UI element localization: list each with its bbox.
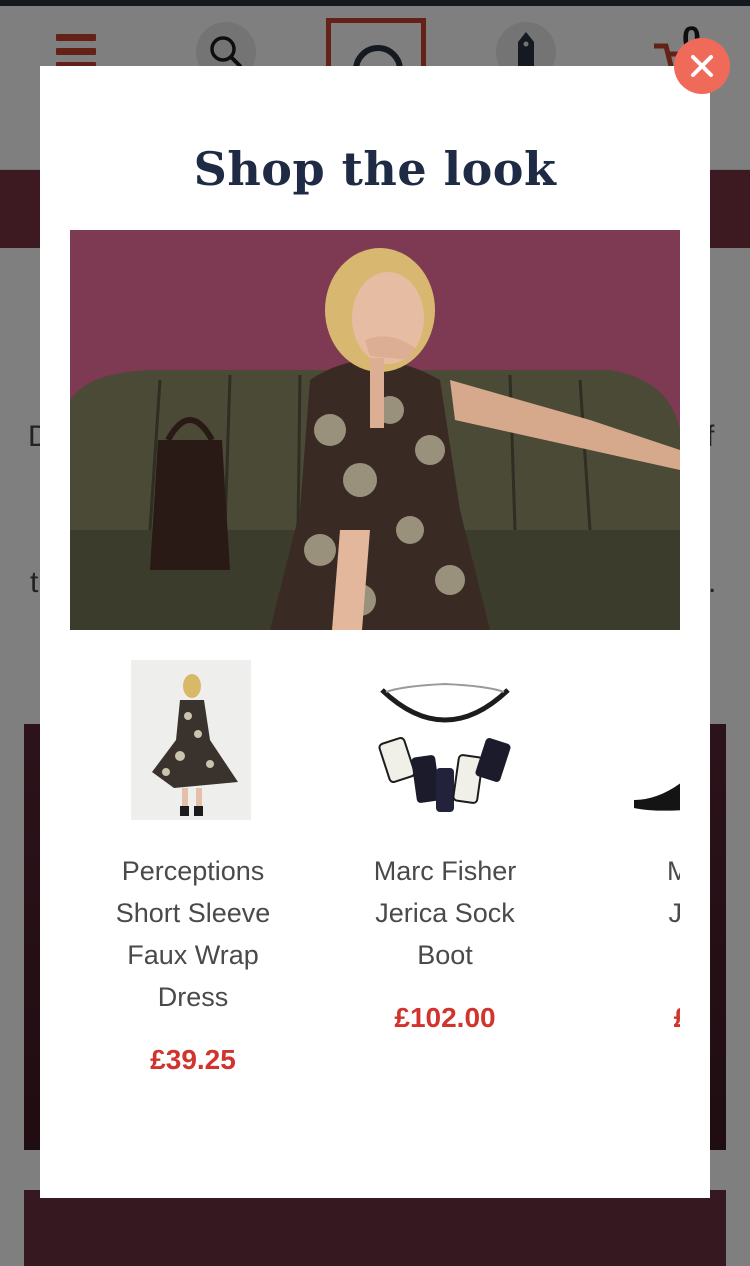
product-price: £39.25: [150, 1044, 236, 1075]
product-price: £10: [574, 1002, 680, 1034]
shop-the-look-modal: Shop the look Perceptions Short Sleeve F…: [40, 66, 710, 1198]
product-image-necklace[interactable]: [322, 660, 568, 820]
necklace-photo-icon: [378, 682, 511, 812]
product-image-dress[interactable]: [70, 660, 316, 820]
products-carousel[interactable]: Perceptions Short Sleeve Faux Wrap Dress…: [70, 660, 680, 1120]
product-price: £102.00: [394, 1002, 496, 1033]
product-name[interactable]: Marc Fisher Jerica Sock Boot: [322, 850, 568, 976]
look-photo: [70, 230, 680, 630]
dress-photo-icon: [131, 660, 251, 820]
modal-title: Shop the look: [193, 142, 557, 196]
boot-photo-icon: [634, 783, 680, 811]
product-name[interactable]: Marc Jeric B: [574, 850, 680, 976]
product-name[interactable]: Perceptions Short Sleeve Faux Wrap Dress: [70, 850, 316, 1018]
close-icon: [691, 55, 713, 77]
product-image-boot[interactable]: [574, 660, 680, 820]
close-button[interactable]: [674, 38, 730, 94]
